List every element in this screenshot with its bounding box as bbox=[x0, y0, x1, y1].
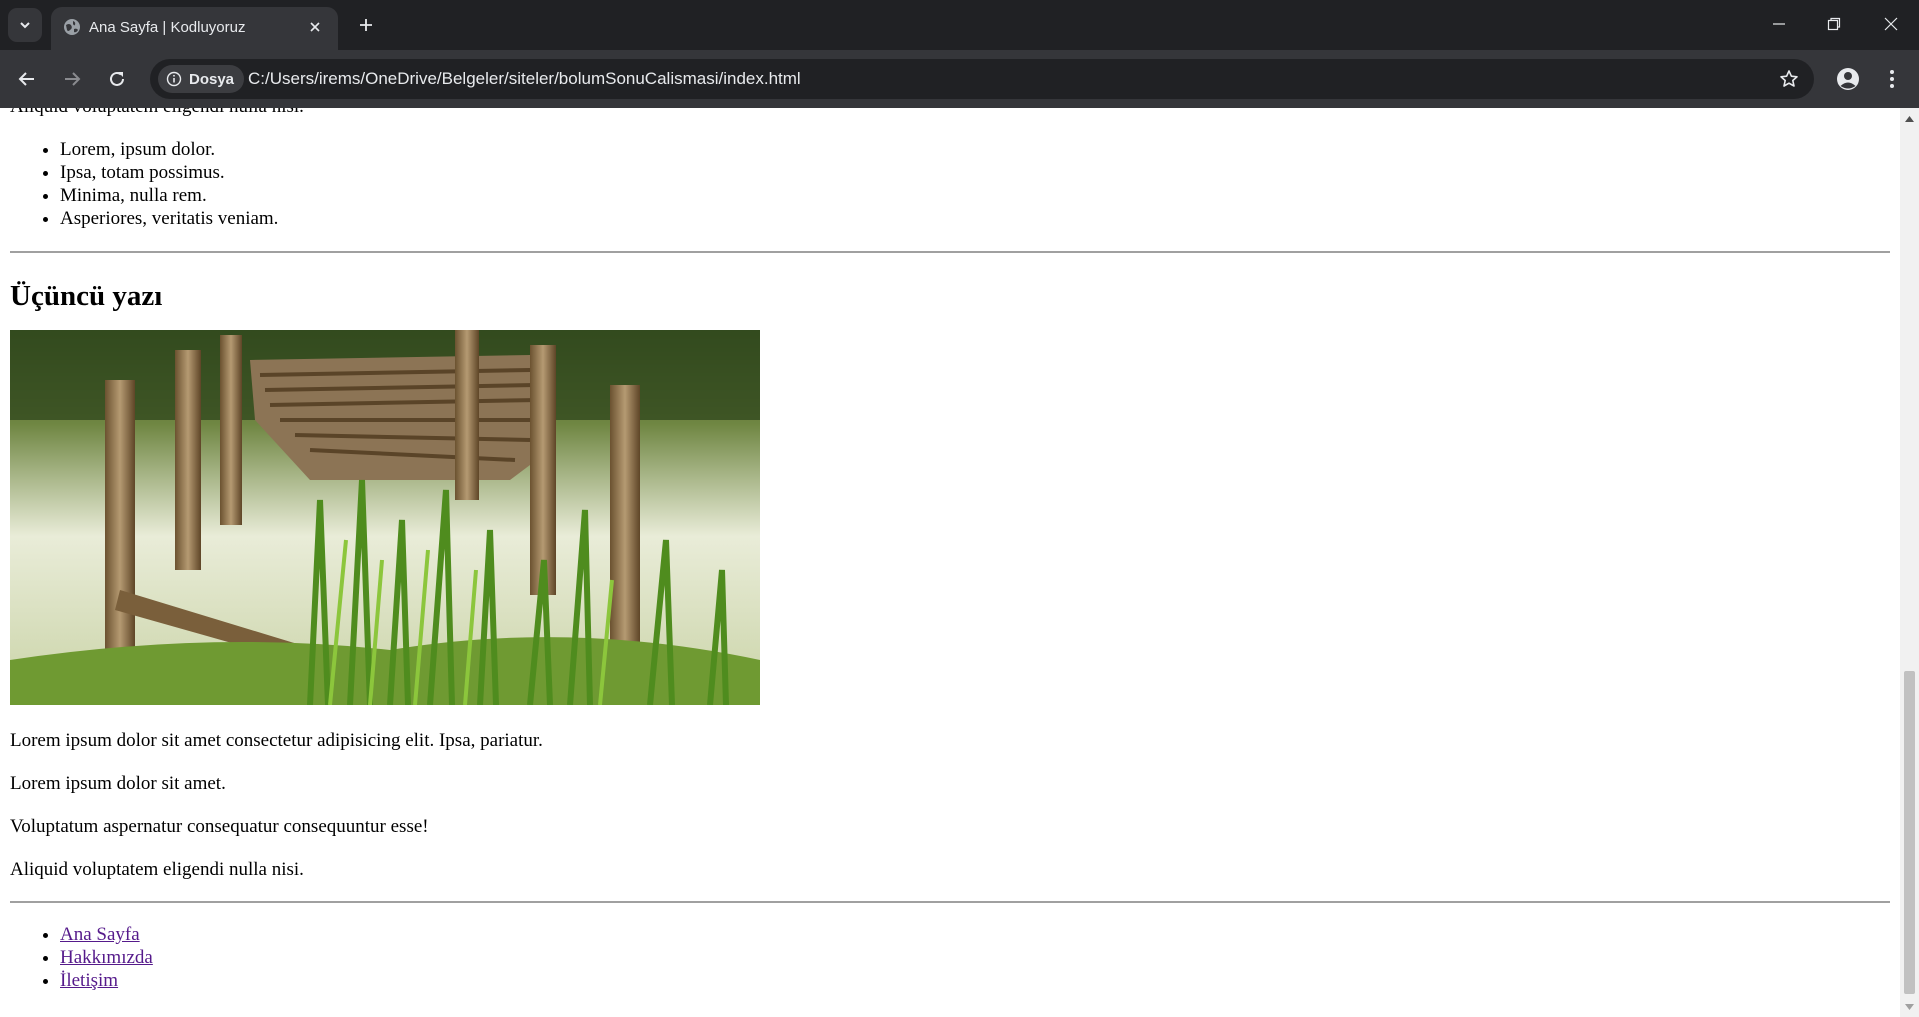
back-icon bbox=[18, 72, 34, 86]
list-item: Ipsa, totam possimus. bbox=[60, 161, 1890, 184]
nav-link-home[interactable]: Ana Sayfa bbox=[60, 924, 140, 945]
globe-icon bbox=[64, 19, 80, 35]
vertical-scrollbar[interactable] bbox=[1900, 108, 1919, 1017]
reload-button[interactable] bbox=[101, 63, 133, 95]
browser-menu-button[interactable] bbox=[1877, 63, 1907, 95]
footer-nav: Ana Sayfa Hakkımızda İletişim bbox=[10, 923, 1890, 992]
list-item: Lorem, ipsum dolor. bbox=[60, 138, 1890, 161]
site-info-chip[interactable]: Dosya bbox=[158, 65, 245, 93]
forward-button[interactable] bbox=[56, 63, 88, 95]
bullet-list: Lorem, ipsum dolor. Ipsa, totam possimus… bbox=[10, 138, 1890, 230]
page-viewport: Aliquid voluptatem eligendi nulla nisi. … bbox=[0, 108, 1900, 1017]
nav-item: Ana Sayfa bbox=[60, 923, 1890, 946]
scroll-down-button[interactable] bbox=[1904, 1001, 1915, 1012]
active-tab[interactable]: Ana Sayfa | Kodluyoruz bbox=[51, 7, 338, 50]
info-icon bbox=[166, 71, 182, 87]
divider bbox=[10, 901, 1890, 903]
restore-icon bbox=[1827, 17, 1841, 31]
menu-icon bbox=[1890, 70, 1894, 88]
url-text[interactable]: C:/Users/irems/OneDrive/Belgeler/siteler… bbox=[248, 69, 801, 89]
close-window-icon bbox=[1884, 17, 1898, 31]
partial-paragraph: Aliquid voluptatem eligendi nulla nisi. bbox=[10, 108, 1890, 118]
new-tab-button[interactable] bbox=[352, 11, 380, 39]
star-icon bbox=[1780, 70, 1798, 87]
restore-button[interactable] bbox=[1806, 0, 1862, 48]
minimize-button[interactable] bbox=[1751, 0, 1807, 48]
paragraph: Lorem ipsum dolor sit amet. bbox=[10, 773, 226, 794]
tab-close-button[interactable] bbox=[304, 16, 326, 38]
paragraph: Voluptatum aspernatur consequatur conseq… bbox=[10, 816, 429, 837]
plus-icon bbox=[360, 19, 372, 31]
nav-item: İletişim bbox=[60, 969, 1890, 992]
nav-item: Hakkımızda bbox=[60, 946, 1890, 969]
scroll-up-arrow-icon bbox=[1905, 115, 1914, 122]
list-item: Minima, nulla rem. bbox=[60, 184, 1890, 207]
bookmark-button[interactable] bbox=[1774, 64, 1804, 94]
scroll-thumb[interactable] bbox=[1904, 671, 1915, 994]
minimize-icon bbox=[1773, 23, 1785, 25]
divider bbox=[10, 251, 1890, 253]
paragraph: Lorem ipsum dolor sit amet consectetur a… bbox=[10, 730, 543, 751]
address-bar[interactable]: Dosya C:/Users/irems/OneDrive/Belgeler/s… bbox=[150, 59, 1814, 99]
article-heading: Üçüncü yazı bbox=[10, 280, 163, 312]
profile-icon bbox=[1837, 68, 1859, 90]
paragraph: Aliquid voluptatem eligendi nulla nisi. bbox=[10, 859, 304, 880]
page-content: Aliquid voluptatem eligendi nulla nisi. … bbox=[10, 108, 1890, 992]
list-item: Asperiores, veritatis veniam. bbox=[60, 207, 1890, 230]
tab-search-button[interactable] bbox=[8, 8, 42, 42]
nav-link-about[interactable]: Hakkımızda bbox=[60, 947, 153, 968]
dock-image bbox=[10, 330, 760, 705]
security-chip-label: Dosya bbox=[189, 70, 235, 88]
close-window-button[interactable] bbox=[1863, 0, 1919, 48]
reload-icon bbox=[110, 71, 124, 86]
profile-button[interactable] bbox=[1832, 63, 1864, 95]
close-icon bbox=[310, 22, 320, 32]
forward-icon bbox=[65, 72, 81, 86]
tab-title: Ana Sayfa | Kodluyoruz bbox=[89, 19, 246, 36]
browser-toolbar: Dosya C:/Users/irems/OneDrive/Belgeler/s… bbox=[0, 50, 1919, 108]
nav-link-contact[interactable]: İletişim bbox=[60, 970, 118, 991]
scroll-down-arrow-icon bbox=[1905, 1003, 1914, 1010]
scroll-up-button[interactable] bbox=[1904, 113, 1915, 124]
tab-strip: Ana Sayfa | Kodluyoruz bbox=[0, 0, 1919, 50]
chevron-down-icon bbox=[20, 22, 30, 29]
back-button[interactable] bbox=[11, 63, 43, 95]
